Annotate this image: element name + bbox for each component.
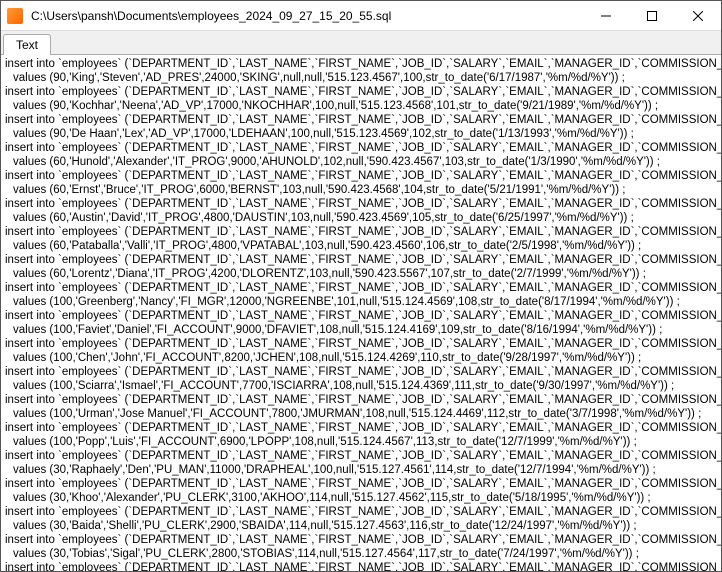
sql-values-line: values (60,'Hunold','Alexander','IT_PROG…: [5, 155, 717, 169]
sql-values-line: values (30,'Tobias','Sigal','PU_CLERK',2…: [5, 547, 717, 561]
sql-insert-line: insert into `employees` (`DEPARTMENT_ID`…: [5, 477, 717, 491]
sql-insert-line: insert into `employees` (`DEPARTMENT_ID`…: [5, 365, 717, 379]
sql-insert-line: insert into `employees` (`DEPARTMENT_ID`…: [5, 253, 717, 267]
sql-insert-line: insert into `employees` (`DEPARTMENT_ID`…: [5, 225, 717, 239]
sql-values-line: values (60,'Ernst','Bruce','IT_PROG',600…: [5, 183, 717, 197]
sql-insert-line: insert into `employees` (`DEPARTMENT_ID`…: [5, 337, 717, 351]
sql-values-line: values (100,'Faviet','Daniel','FI_ACCOUN…: [5, 323, 717, 337]
maximize-button[interactable]: [629, 1, 675, 30]
sql-values-line: values (90,'Kochhar','Neena','AD_VP',170…: [5, 99, 717, 113]
minimize-icon: [601, 11, 611, 21]
sql-insert-line: insert into `employees` (`DEPARTMENT_ID`…: [5, 141, 717, 155]
sql-values-line: values (30,'Khoo','Alexander','PU_CLERK'…: [5, 491, 717, 505]
sql-values-line: values (90,'King','Steven','AD_PRES',240…: [5, 71, 717, 85]
sql-values-line: values (100,'Popp','Luis','FI_ACCOUNT',6…: [5, 435, 717, 449]
sql-values-line: values (100,'Sciarra','Ismael','FI_ACCOU…: [5, 379, 717, 393]
sql-insert-line: insert into `employees` (`DEPARTMENT_ID`…: [5, 113, 717, 127]
sql-values-line: values (30,'Baida','Shelli','PU_CLERK',2…: [5, 519, 717, 533]
sql-insert-line: insert into `employees` (`DEPARTMENT_ID`…: [5, 449, 717, 463]
sql-insert-line: insert into `employees` (`DEPARTMENT_ID`…: [5, 505, 717, 519]
sql-insert-line: insert into `employees` (`DEPARTMENT_ID`…: [5, 281, 717, 295]
sql-insert-line: insert into `employees` (`DEPARTMENT_ID`…: [5, 533, 717, 547]
sql-values-line: values (60,'Austin','David','IT_PROG',48…: [5, 211, 717, 225]
sql-values-line: values (100,'Chen','John','FI_ACCOUNT',8…: [5, 351, 717, 365]
sql-insert-line: insert into `employees` (`DEPARTMENT_ID`…: [5, 561, 717, 571]
sql-insert-line: insert into `employees` (`DEPARTMENT_ID`…: [5, 393, 717, 407]
sql-insert-line: insert into `employees` (`DEPARTMENT_ID`…: [5, 421, 717, 435]
sql-insert-line: insert into `employees` (`DEPARTMENT_ID`…: [5, 169, 717, 183]
sql-insert-line: insert into `employees` (`DEPARTMENT_ID`…: [5, 197, 717, 211]
sql-insert-line: insert into `employees` (`DEPARTMENT_ID`…: [5, 309, 717, 323]
sql-values-line: values (90,'De Haan','Lex','AD_VP',17000…: [5, 127, 717, 141]
sql-insert-line: insert into `employees` (`DEPARTMENT_ID`…: [5, 57, 717, 71]
app-icon: [7, 8, 23, 24]
tabbar: Text: [1, 31, 721, 55]
sql-values-line: values (30,'Raphaely','Den','PU_MAN',110…: [5, 463, 717, 477]
maximize-icon: [647, 11, 657, 21]
close-icon: [693, 11, 703, 21]
window-controls: [583, 1, 721, 30]
titlebar: C:\Users\pansh\Documents\employees_2024_…: [1, 1, 721, 31]
sql-insert-line: insert into `employees` (`DEPARTMENT_ID`…: [5, 85, 717, 99]
sql-values-line: values (100,'Greenberg','Nancy','FI_MGR'…: [5, 295, 717, 309]
close-button[interactable]: [675, 1, 721, 30]
sql-values-line: values (60,'Lorentz','Diana','IT_PROG',4…: [5, 267, 717, 281]
window-title: C:\Users\pansh\Documents\employees_2024_…: [29, 9, 583, 23]
minimize-button[interactable]: [583, 1, 629, 30]
sql-values-line: values (100,'Urman','Jose Manuel','FI_AC…: [5, 407, 717, 421]
tab-text[interactable]: Text: [3, 34, 51, 55]
sql-values-line: values (60,'Pataballa','Valli','IT_PROG'…: [5, 239, 717, 253]
sql-content[interactable]: insert into `employees` (`DEPARTMENT_ID`…: [1, 55, 721, 571]
